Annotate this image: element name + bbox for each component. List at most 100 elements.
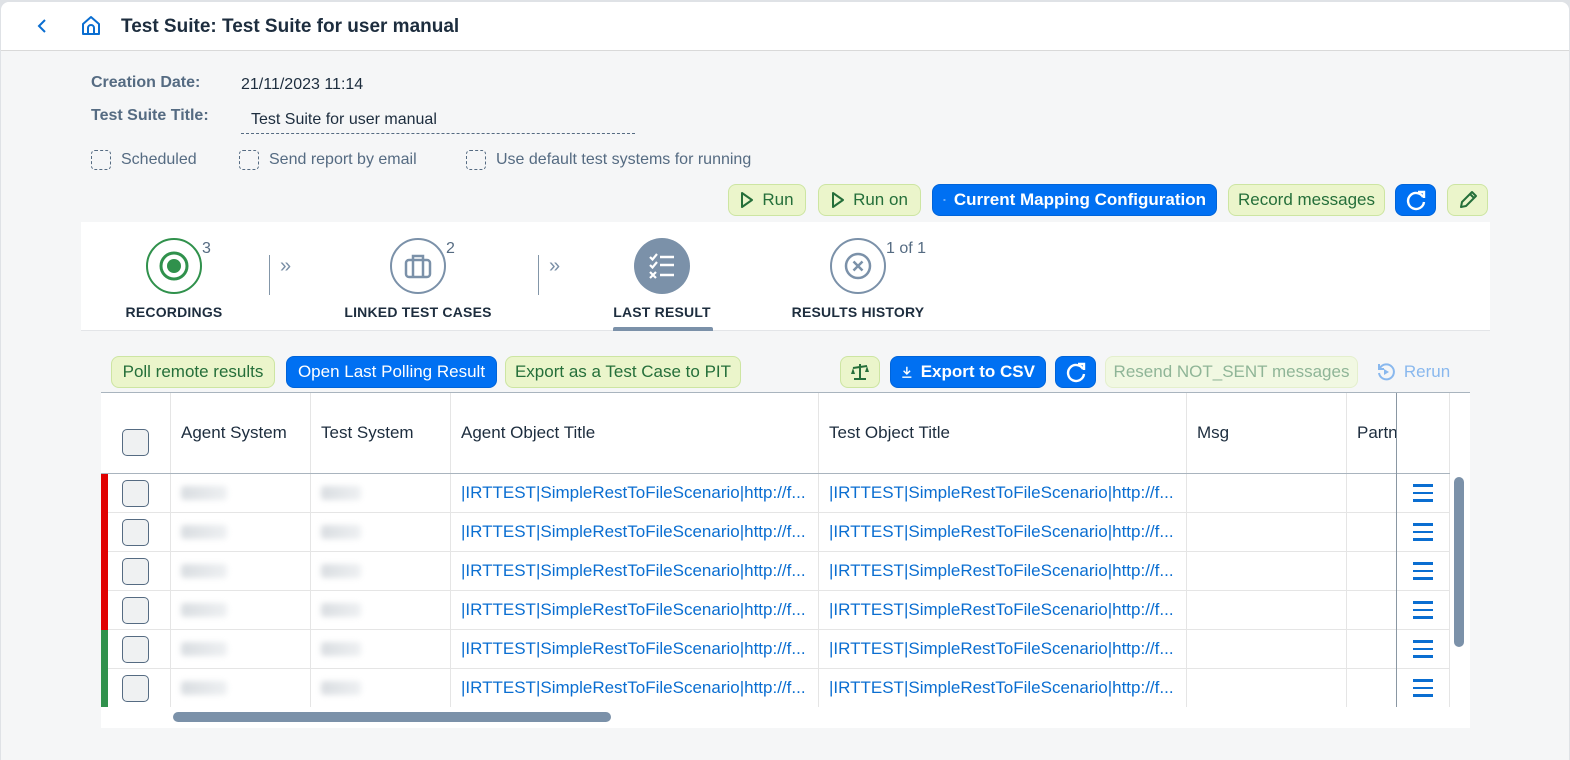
scheduled-checkbox[interactable]: Scheduled bbox=[91, 150, 197, 170]
menu-icon[interactable] bbox=[1413, 640, 1433, 658]
row-actions-cell bbox=[1397, 669, 1450, 707]
redacted-value bbox=[321, 603, 361, 617]
step-results-history[interactable]: 1 of 1 RESULTS HISTORY bbox=[778, 238, 938, 320]
agent-object-title-link[interactable]: |IRTTEST|SimpleRestToFileScenario|http:/… bbox=[451, 474, 819, 512]
step-last-result[interactable]: LAST RESULT bbox=[582, 238, 742, 320]
double-chevron-right-icon: » bbox=[280, 255, 292, 277]
menu-icon[interactable] bbox=[1413, 679, 1433, 697]
current-mapping-configuration-button[interactable]: Current Mapping Configuration bbox=[932, 184, 1217, 216]
row-checkbox[interactable] bbox=[122, 557, 149, 585]
column-header-actions bbox=[1397, 393, 1450, 473]
vertical-scrollbar[interactable] bbox=[1454, 477, 1464, 647]
column-header-agent-object-title[interactable]: Agent Object Title bbox=[451, 393, 819, 473]
table-refresh-button[interactable] bbox=[1055, 356, 1096, 388]
redacted-value bbox=[181, 642, 227, 656]
table-row[interactable]: |IRTTEST|SimpleRestToFileScenario|http:/… bbox=[101, 591, 1450, 630]
test-system-cell bbox=[311, 474, 451, 512]
agent-object-title-link[interactable]: |IRTTEST|SimpleRestToFileScenario|http:/… bbox=[451, 630, 819, 668]
agent-object-title-link[interactable]: |IRTTEST|SimpleRestToFileScenario|http:/… bbox=[451, 591, 819, 629]
page-title: Test Suite: Test Suite for user manual bbox=[121, 16, 460, 37]
record-messages-button[interactable]: Record messages bbox=[1228, 184, 1385, 216]
menu-icon[interactable] bbox=[1413, 601, 1433, 619]
menu-icon[interactable] bbox=[1413, 562, 1433, 580]
step-linked-test-cases[interactable]: 2 LINKED TEST CASES bbox=[338, 238, 498, 320]
open-last-polling-result-button[interactable]: Open Last Polling Result bbox=[286, 356, 497, 388]
select-all-checkbox[interactable] bbox=[122, 428, 149, 456]
table-row[interactable]: |IRTTEST|SimpleRestToFileScenario|http:/… bbox=[101, 669, 1450, 707]
table-row[interactable]: |IRTTEST|SimpleRestToFileScenario|http:/… bbox=[101, 552, 1450, 591]
test-object-title-link[interactable]: |IRTTEST|SimpleRestToFileScenario|http:/… bbox=[819, 669, 1187, 707]
column-header-agent-system[interactable]: Agent System bbox=[171, 393, 311, 473]
partn-cell bbox=[1347, 630, 1397, 668]
redacted-value bbox=[321, 681, 361, 695]
test-suite-title-input[interactable] bbox=[241, 106, 635, 134]
checkbox-box[interactable] bbox=[91, 150, 111, 170]
shell-bar: Test Suite: Test Suite for user manual bbox=[1, 2, 1569, 51]
record-icon bbox=[159, 251, 189, 281]
poll-remote-results-button[interactable]: Poll remote results bbox=[111, 356, 275, 388]
double-chevron-right-icon: » bbox=[549, 255, 561, 277]
default-test-systems-checkbox[interactable]: Use default test systems for running bbox=[466, 150, 751, 170]
test-object-title-link[interactable]: |IRTTEST|SimpleRestToFileScenario|http:/… bbox=[819, 591, 1187, 629]
checkbox-box[interactable] bbox=[239, 150, 259, 170]
test-object-title-link[interactable]: |IRTTEST|SimpleRestToFileScenario|http:/… bbox=[819, 474, 1187, 512]
compare-button[interactable] bbox=[840, 356, 880, 388]
step-recordings[interactable]: 3 RECORDINGS bbox=[94, 238, 254, 320]
test-system-cell bbox=[311, 630, 451, 668]
row-select-cell bbox=[101, 630, 171, 668]
table-row[interactable]: |IRTTEST|SimpleRestToFileScenario|http:/… bbox=[101, 630, 1450, 669]
rerun-label: Rerun bbox=[1403, 362, 1451, 381]
column-header-test-system[interactable]: Test System bbox=[311, 393, 451, 473]
refresh-icon bbox=[1066, 362, 1085, 383]
horizontal-scrollbar[interactable] bbox=[173, 712, 611, 722]
row-checkbox[interactable] bbox=[122, 518, 149, 546]
send-report-checkbox[interactable]: Send report by email bbox=[239, 150, 417, 170]
row-actions-cell bbox=[1397, 474, 1450, 512]
selected-step-indicator bbox=[613, 327, 713, 331]
column-header-test-object-title[interactable]: Test Object Title bbox=[819, 393, 1187, 473]
partn-cell bbox=[1347, 552, 1397, 590]
row-checkbox[interactable] bbox=[122, 596, 149, 624]
agent-object-title-link[interactable]: |IRTTEST|SimpleRestToFileScenario|http:/… bbox=[451, 552, 819, 590]
test-object-title-link[interactable]: |IRTTEST|SimpleRestToFileScenario|http:/… bbox=[819, 513, 1187, 551]
run-on-button[interactable]: Run on bbox=[818, 184, 921, 216]
rerun-button[interactable]: Rerun bbox=[1365, 356, 1461, 388]
checklist-icon bbox=[649, 253, 674, 279]
menu-icon[interactable] bbox=[1413, 523, 1433, 541]
agent-object-title-link[interactable]: |IRTTEST|SimpleRestToFileScenario|http:/… bbox=[451, 513, 819, 551]
row-checkbox[interactable] bbox=[122, 674, 149, 702]
run-button[interactable]: Run bbox=[728, 184, 806, 216]
step-label: RESULTS HISTORY bbox=[791, 304, 925, 320]
row-checkbox[interactable] bbox=[122, 479, 149, 507]
test-system-cell bbox=[311, 669, 451, 707]
partn-cell bbox=[1347, 591, 1397, 629]
partn-cell bbox=[1347, 513, 1397, 551]
checkbox-label: Scheduled bbox=[121, 151, 197, 168]
home-button[interactable] bbox=[79, 14, 103, 38]
run-label: Run bbox=[762, 190, 794, 209]
column-header-partn[interactable]: Partn bbox=[1347, 393, 1397, 473]
table-row[interactable]: |IRTTEST|SimpleRestToFileScenario|http:/… bbox=[101, 513, 1450, 552]
test-object-title-link[interactable]: |IRTTEST|SimpleRestToFileScenario|http:/… bbox=[819, 552, 1187, 590]
agent-object-title-link[interactable]: |IRTTEST|SimpleRestToFileScenario|http:/… bbox=[451, 669, 819, 707]
table-header: Agent System Test System Agent Object Ti… bbox=[101, 393, 1450, 474]
row-checkbox[interactable] bbox=[122, 635, 149, 663]
table-row[interactable]: |IRTTEST|SimpleRestToFileScenario|http:/… bbox=[101, 474, 1450, 513]
checkbox-box[interactable] bbox=[466, 150, 486, 170]
test-object-title-link[interactable]: |IRTTEST|SimpleRestToFileScenario|http:/… bbox=[819, 630, 1187, 668]
play-icon bbox=[832, 192, 845, 208]
export-pit-button[interactable]: Export as a Test Case to PIT bbox=[505, 356, 741, 388]
back-button[interactable] bbox=[31, 14, 53, 38]
export-csv-button[interactable]: Export to CSV bbox=[890, 356, 1046, 388]
row-select-cell bbox=[101, 513, 171, 551]
pencil-icon bbox=[1459, 191, 1477, 208]
resend-not-sent-button[interactable]: Resend NOT_SENT messages bbox=[1105, 356, 1358, 388]
header-refresh-button[interactable] bbox=[1395, 184, 1436, 216]
step-label: RECORDINGS bbox=[125, 304, 223, 320]
menu-icon[interactable] bbox=[1413, 484, 1433, 502]
column-header-msg[interactable]: Msg bbox=[1187, 393, 1347, 473]
edit-button[interactable] bbox=[1447, 184, 1488, 216]
row-select-cell bbox=[101, 474, 171, 512]
msg-cell bbox=[1187, 552, 1347, 590]
balance-scale-icon bbox=[851, 364, 869, 380]
